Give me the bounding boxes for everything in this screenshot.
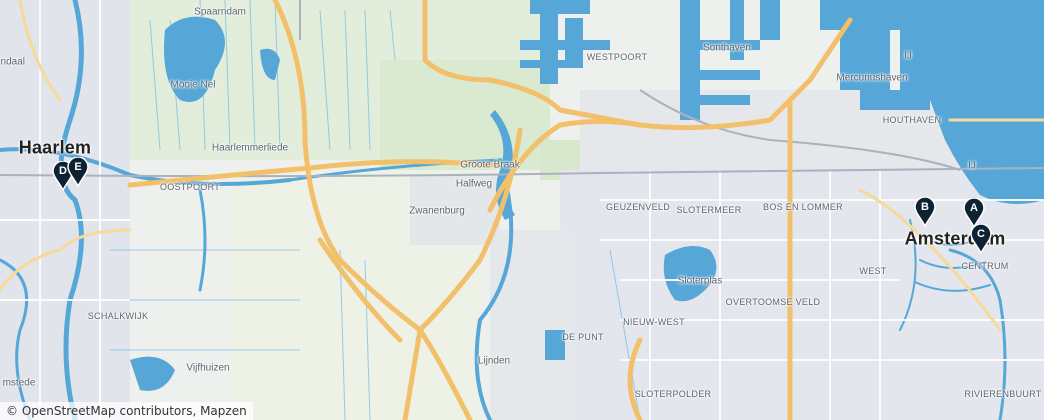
label-mooie-nel: Mooie Nel	[170, 79, 216, 91]
map-canvas[interactable]: Spaarndam WESTPOORT Sonthaven Mercuriush…	[0, 0, 1044, 420]
label-sloterpolder: SLOTERPOLDER	[634, 389, 712, 399]
label-spaarndam: Spaarndam	[194, 6, 246, 18]
marker-letter: B	[921, 201, 929, 213]
map-marker-e[interactable]: E	[67, 157, 89, 187]
label-sonthaven: Sonthaven	[703, 42, 751, 54]
map-attribution[interactable]: © OpenStreetMap contributors, Mapzen	[0, 402, 253, 420]
map-marker-c[interactable]: C	[970, 224, 992, 254]
label-haarlemmerliede: Haarlemmerliede	[211, 142, 289, 154]
marker-letter: A	[970, 202, 978, 214]
label-houthaven: HOUTHAVEN	[882, 115, 942, 125]
label-slotermeer: SLOTERMEER	[676, 205, 742, 215]
label-sloterplas: Sloterplas	[677, 275, 723, 287]
label-centrum: CENTRUM	[961, 261, 1009, 271]
label-endaal: endaal	[0, 56, 26, 68]
label-ij-top: IJ	[904, 50, 912, 62]
label-haarlem: Haarlem	[18, 137, 92, 158]
map-base-layer	[0, 0, 1044, 420]
label-west: WEST	[859, 266, 887, 276]
label-westpoort: WESTPOORT	[586, 52, 648, 62]
label-lijnden: Lijnden	[477, 355, 511, 367]
label-de-punt: DE PUNT	[562, 332, 604, 342]
label-bos-en-lommer: BOS EN LOMMER	[763, 202, 843, 212]
label-halfweg: Halfweg	[455, 178, 493, 190]
label-vijfhuizen: Vijfhuizen	[186, 362, 230, 374]
label-geuzenveld: GEUZENVELD	[605, 202, 671, 212]
label-nieuw-west: NIEUW-WEST	[623, 317, 685, 327]
label-groote-braak: Groote Braak	[460, 159, 520, 171]
marker-letter: C	[977, 228, 985, 240]
label-amstede: mstede	[2, 377, 36, 389]
label-overtoomse-veld: OVERTOOMSE VELD	[725, 297, 821, 307]
label-schalkwijk: SCHALKWIJK	[87, 311, 149, 321]
marker-letter: E	[74, 161, 82, 173]
map-marker-b[interactable]: B	[914, 197, 936, 227]
label-oostpoort: OOSTPOORT	[159, 182, 221, 192]
label-ij-right: IJ	[968, 160, 976, 172]
label-mercuriushaven: Mercuriushaven	[836, 72, 908, 84]
label-zwanenburg: Zwanenburg	[409, 205, 465, 217]
label-rivierenbuurt: RIVIERENBUURT	[964, 389, 1042, 399]
